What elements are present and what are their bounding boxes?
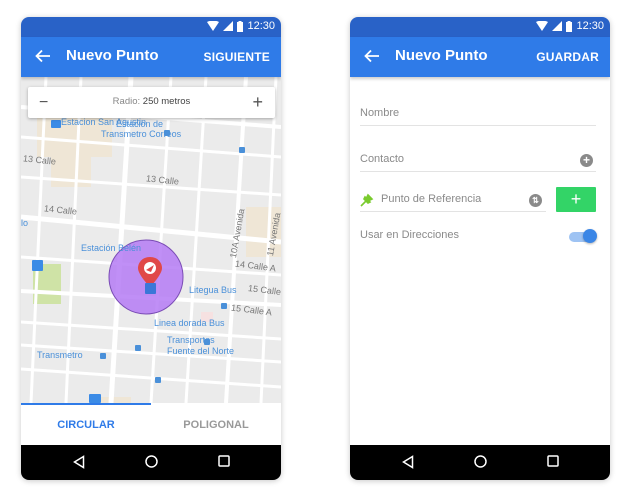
signal-icon bbox=[552, 21, 563, 31]
back-arrow-icon[interactable] bbox=[363, 47, 381, 65]
map-label: Estacion de bbox=[116, 119, 164, 129]
bus-stop-icon bbox=[135, 345, 141, 351]
bus-stop-icon bbox=[100, 353, 106, 359]
app-bar: Nuevo Punto GUARDAR bbox=[350, 37, 610, 77]
bus-stop-icon bbox=[155, 377, 161, 383]
page-title: Nuevo Punto bbox=[66, 47, 159, 64]
signal-icon bbox=[223, 21, 234, 31]
system-nav-bar bbox=[21, 445, 281, 480]
tab-poligonal[interactable]: POLIGONAL bbox=[151, 403, 281, 445]
metro-station-icon bbox=[145, 283, 156, 294]
increase-radius-button[interactable]: + bbox=[252, 92, 263, 113]
map-label: Estación Belén bbox=[81, 243, 142, 253]
metro-station-icon bbox=[89, 394, 101, 403]
map-label: Litegua Bus bbox=[189, 285, 237, 295]
metro-station-icon bbox=[51, 120, 61, 128]
system-nav-bar bbox=[350, 445, 610, 480]
usar-direcciones-toggle[interactable] bbox=[583, 229, 597, 243]
wifi-icon bbox=[536, 21, 549, 31]
swap-icon[interactable]: ⇅ bbox=[529, 194, 542, 207]
radius-label: Radio: 250 metros bbox=[28, 96, 275, 107]
map-label: Transportes bbox=[167, 335, 215, 345]
status-time: 12:30 bbox=[247, 20, 275, 32]
radius-label-prefix: Radio: bbox=[112, 96, 143, 107]
point-form: Nombre Contacto + Punto de Referencia ⇅ … bbox=[350, 77, 610, 445]
radius-selector: − Radio: 250 metros + bbox=[28, 87, 275, 118]
app-bar: Nuevo Punto SIGUIENTE bbox=[21, 37, 281, 77]
battery-icon bbox=[566, 20, 573, 32]
wifi-icon bbox=[207, 21, 220, 31]
bus-stop-icon bbox=[221, 303, 227, 309]
tab-circular[interactable]: CIRCULAR bbox=[21, 403, 151, 445]
map-label: Fuente del Norte bbox=[167, 346, 235, 356]
nav-home-icon[interactable] bbox=[145, 455, 158, 468]
nav-back-icon[interactable] bbox=[73, 455, 85, 469]
map-label: Transmetro Correos bbox=[101, 129, 182, 139]
map-label: Transmetro bbox=[37, 350, 83, 360]
contacto-placeholder: Contacto bbox=[360, 153, 405, 165]
map-view[interactable]: Estacion San Agustin Estacion de Transme… bbox=[21, 77, 281, 403]
save-button[interactable]: GUARDAR bbox=[536, 50, 599, 64]
status-bar: 12:30 bbox=[21, 17, 281, 37]
next-button[interactable]: SIGUIENTE bbox=[204, 50, 270, 64]
contacto-field[interactable]: Contacto + bbox=[360, 149, 596, 172]
phone-form-screen: 12:30 Nuevo Punto GUARDAR Nombre Contact… bbox=[350, 17, 610, 480]
phone-map-screen: 12:30 Nuevo Punto SIGUIENTE Estacion San… bbox=[21, 17, 281, 480]
pushpin-icon bbox=[360, 193, 374, 207]
status-bar: 12:30 bbox=[350, 17, 610, 37]
nav-back-icon[interactable] bbox=[402, 455, 414, 469]
nombre-field[interactable]: Nombre bbox=[360, 103, 596, 126]
nombre-placeholder: Nombre bbox=[360, 107, 400, 119]
radius-value: 250 metros bbox=[142, 96, 191, 107]
shape-tabs: CIRCULAR POLIGONAL bbox=[21, 403, 281, 445]
nav-recents-icon[interactable] bbox=[218, 455, 230, 467]
back-arrow-icon[interactable] bbox=[34, 47, 52, 65]
battery-icon bbox=[237, 20, 244, 32]
add-reference-button[interactable]: + bbox=[556, 187, 596, 212]
referencia-placeholder: Punto de Referencia bbox=[381, 193, 482, 205]
status-time: 12:30 bbox=[576, 20, 604, 32]
add-contact-icon[interactable]: + bbox=[580, 154, 593, 167]
referencia-field[interactable]: Punto de Referencia ⇅ bbox=[360, 189, 546, 212]
nav-recents-icon[interactable] bbox=[547, 455, 559, 467]
metro-station-icon bbox=[32, 260, 43, 271]
map-label: Linea dorada Bus bbox=[154, 318, 225, 328]
page-title: Nuevo Punto bbox=[395, 47, 488, 64]
nav-home-icon[interactable] bbox=[474, 455, 487, 468]
map-label: lo bbox=[21, 218, 29, 228]
usar-direcciones-label: Usar en Direcciones bbox=[360, 229, 460, 241]
